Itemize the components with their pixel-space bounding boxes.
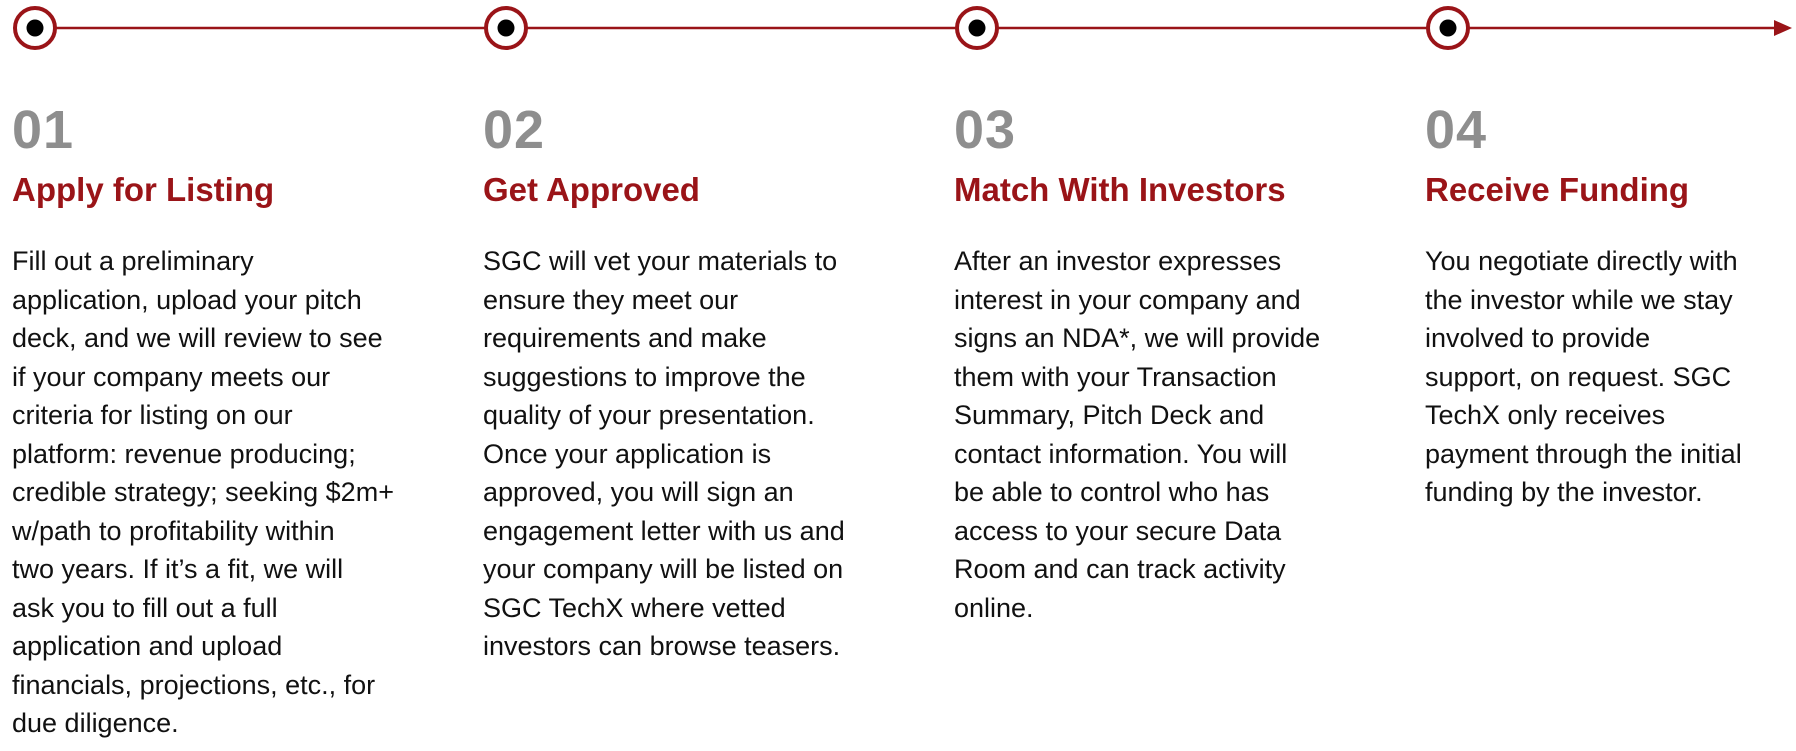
step-number: 04 [1425, 100, 1488, 160]
description-line: SGC will vet your materials to [483, 246, 838, 276]
step-description: After an investor expresses interest in … [954, 242, 1374, 627]
step-2: 02 Get Approved SGC will vet your materi… [483, 98, 903, 666]
step-description: You negotiate directly with the investor… [1425, 242, 1796, 512]
description-line: due diligence. [12, 708, 179, 738]
description-line: SGC TechX where vetted [483, 592, 786, 623]
description-line: financials, projections, etc., for [12, 669, 376, 700]
description-line: TechX only receives [1425, 400, 1666, 430]
step-description: SGC will vet your materials to ensure th… [483, 242, 903, 666]
description-line: engagement letter with us and [483, 515, 845, 546]
description-line: interest in your company and [954, 284, 1301, 315]
description-line: w/path to profitability within [12, 515, 335, 546]
description-line: support, on request. SGC [1425, 361, 1732, 392]
step-title: Get Approved [483, 171, 700, 208]
description-line: After an investor expresses [954, 246, 1282, 276]
step-description: Fill out a preliminary application, uplo… [12, 242, 432, 743]
description-line: Once your application is [483, 438, 772, 469]
description-line: two years. If it’s a fit, we will [12, 554, 344, 584]
description-line: platform: revenue producing; [12, 438, 356, 469]
step-number: 01 [12, 100, 75, 160]
step-number: 03 [954, 100, 1017, 160]
description-line: Fill out a preliminary [12, 246, 254, 276]
description-line: ask you to fill out a full [12, 592, 278, 623]
description-line: investors can browse teasers. [483, 631, 841, 661]
step-4: 04 Receive Funding You negotiate directl… [1425, 98, 1796, 512]
description-line: suggestions to improve the [483, 361, 806, 392]
description-line: your company will be listed on [483, 554, 844, 584]
description-line: credible strategy; seeking $2m+ [12, 477, 394, 507]
description-line: application and upload [12, 631, 283, 661]
description-line: You negotiate directly with [1425, 246, 1738, 276]
description-line: deck, and we will review to see [12, 323, 383, 353]
description-line: them with your Transaction [954, 361, 1277, 392]
steps-container: 01 Apply for Listing Fill out a prelimin… [0, 0, 1796, 751]
description-line: quality of your presentation. [483, 400, 815, 430]
description-line: if your company meets our [12, 361, 331, 392]
description-line: funding by the investor. [1425, 477, 1703, 507]
step-number: 02 [483, 100, 546, 160]
description-line: Room and can track activity [954, 554, 1286, 584]
description-line: criteria for listing on our [12, 400, 293, 430]
description-line: involved to provide [1425, 323, 1651, 353]
description-line: requirements and make [483, 323, 767, 353]
step-3: 03 Match With Investors After an investo… [954, 98, 1374, 627]
description-line: approved, you will sign an [483, 477, 794, 507]
description-line: Summary, Pitch Deck and [954, 400, 1265, 430]
step-title: Apply for Listing [12, 171, 275, 208]
description-line: online. [954, 592, 1034, 623]
description-line: ensure they meet our [483, 284, 739, 315]
description-line: access to your secure Data [954, 515, 1282, 546]
description-line: payment through the initial [1425, 438, 1742, 469]
description-line: signs an NDA*, we will provide [954, 323, 1321, 353]
description-line: contact information. You will [954, 438, 1288, 469]
description-line: application, upload your pitch [12, 284, 362, 315]
description-line: the investor while we stay [1425, 284, 1733, 315]
step-title: Match With Investors [954, 171, 1286, 208]
step-1: 01 Apply for Listing Fill out a prelimin… [12, 98, 432, 743]
step-title: Receive Funding [1425, 171, 1690, 208]
description-line: be able to control who has [954, 477, 1270, 507]
